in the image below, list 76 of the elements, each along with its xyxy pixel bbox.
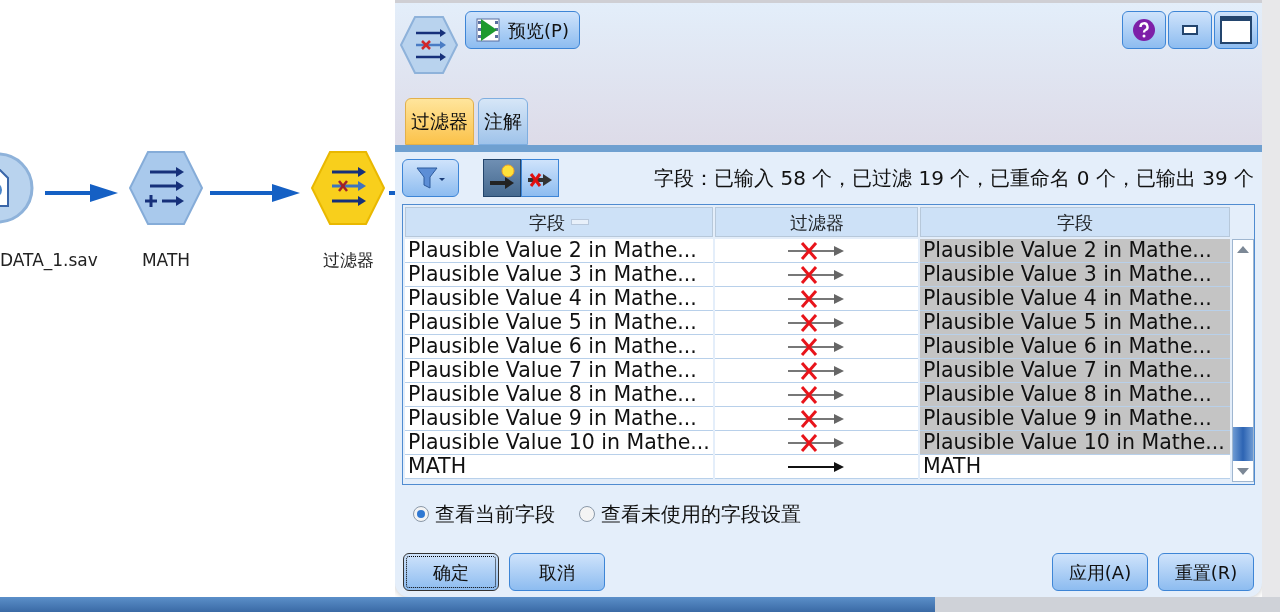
- sort-icon: [571, 219, 589, 225]
- radio-button[interactable]: [579, 506, 595, 522]
- table-cell: Plausible Value 6 in Mathe...: [920, 335, 1230, 359]
- filtered-arrow-icon: [787, 336, 846, 357]
- table-cell: MATH: [920, 455, 1230, 479]
- pass-arrow-icon: [787, 460, 846, 473]
- filter-toggle[interactable]: [715, 311, 918, 335]
- column-header[interactable]: 字段: [920, 207, 1230, 237]
- node-label: MATH: [141, 249, 191, 272]
- radio-label[interactable]: 查看未使用的字段设置: [601, 499, 801, 529]
- table-cell: MATH: [405, 455, 713, 479]
- minimize-icon: [1182, 25, 1198, 35]
- scrollbar-track[interactable]: [1232, 239, 1254, 482]
- filter-toggle[interactable]: [715, 407, 918, 431]
- funnel-icon: [415, 166, 446, 190]
- filter-toggle[interactable]: [715, 287, 918, 311]
- scroll-thumb[interactable]: [1233, 426, 1253, 461]
- play-icon: [476, 18, 500, 42]
- column-header[interactable]: 字段: [405, 207, 713, 237]
- table-cell: Plausible Value 8 in Mathe...: [920, 383, 1230, 407]
- filter-node-icon: [400, 15, 458, 75]
- preview-button[interactable]: 预览(P): [465, 11, 580, 49]
- field-summary: 字段：已输入 58 个，已过滤 19 个，已重命名 0 个，已输出 39 个: [654, 165, 1254, 192]
- filtered-arrow-icon: [787, 312, 846, 333]
- table-cell: Plausible Value 7 in Mathe...: [405, 359, 713, 383]
- dialog-button[interactable]: 确定: [403, 553, 499, 591]
- toggle-button[interactable]: [483, 159, 521, 197]
- table-cell: Plausible Value 10 in Mathe...: [920, 431, 1230, 455]
- table-cell: Plausible Value 9 in Mathe...: [405, 407, 713, 431]
- filter-toggle[interactable]: [715, 335, 918, 359]
- dialog-button[interactable]: 重置(R): [1158, 553, 1254, 591]
- derive-node-icon: [128, 150, 204, 226]
- node-label: DATA_1.sav: [0, 249, 98, 273]
- toggle-button[interactable]: [521, 159, 559, 197]
- filtered-arrow-icon: [787, 288, 846, 309]
- filter-toggle[interactable]: [715, 263, 918, 287]
- table-cell: Plausible Value 8 in Mathe...: [405, 383, 713, 407]
- maximize-icon: [1220, 16, 1252, 44]
- filter-toggle[interactable]: [715, 455, 918, 479]
- maximize-button[interactable]: [1214, 11, 1258, 49]
- filtered-arrow-icon: [787, 240, 846, 261]
- node-label: 过滤器: [322, 249, 374, 272]
- radio-button[interactable]: [413, 506, 429, 522]
- dialog-button[interactable]: 应用(A): [1052, 553, 1148, 591]
- filter-toggle[interactable]: [715, 383, 918, 407]
- table-cell: Plausible Value 10 in Mathe...: [405, 431, 713, 455]
- filtered-arrow-icon: [787, 384, 846, 405]
- filter-menu-button[interactable]: [402, 159, 459, 197]
- minimize-button[interactable]: [1168, 11, 1212, 49]
- radio-label[interactable]: 查看当前字段: [435, 499, 555, 529]
- table-cell: Plausible Value 5 in Mathe...: [405, 311, 713, 335]
- filtered-arrow-icon: [787, 360, 846, 381]
- tab[interactable]: 注解: [478, 98, 528, 145]
- table-cell: Plausible Value 5 in Mathe...: [920, 311, 1230, 335]
- filtered-arrow-icon: [787, 264, 846, 285]
- tab[interactable]: 过滤器: [405, 98, 474, 145]
- column-header[interactable]: 过滤器: [715, 207, 918, 237]
- filter-node-icon: [310, 150, 386, 226]
- table-cell: Plausible Value 6 in Mathe...: [405, 335, 713, 359]
- filter-toggle[interactable]: [715, 431, 918, 455]
- table-cell: Plausible Value 3 in Mathe...: [920, 263, 1230, 287]
- help-button[interactable]: [1122, 11, 1166, 49]
- table-cell: Plausible Value 7 in Mathe...: [920, 359, 1230, 383]
- table-cell: Plausible Value 4 in Mathe...: [405, 287, 713, 311]
- connection-line: [389, 191, 395, 195]
- table-cell: Plausible Value 2 in Mathe...: [920, 239, 1230, 263]
- filter-toggle[interactable]: [715, 239, 918, 263]
- table-cell: Plausible Value 4 in Mathe...: [920, 287, 1230, 311]
- filter-toggle[interactable]: [715, 359, 918, 383]
- filtered-arrow-icon: [787, 408, 846, 429]
- filtered-arrow-icon: [787, 432, 846, 453]
- dialog-button[interactable]: 取消: [509, 553, 605, 591]
- table-cell: Plausible Value 2 in Mathe...: [405, 239, 713, 263]
- table-cell: Plausible Value 3 in Mathe...: [405, 263, 713, 287]
- table-cell: Plausible Value 9 in Mathe...: [920, 407, 1230, 431]
- help-icon: [1132, 18, 1156, 42]
